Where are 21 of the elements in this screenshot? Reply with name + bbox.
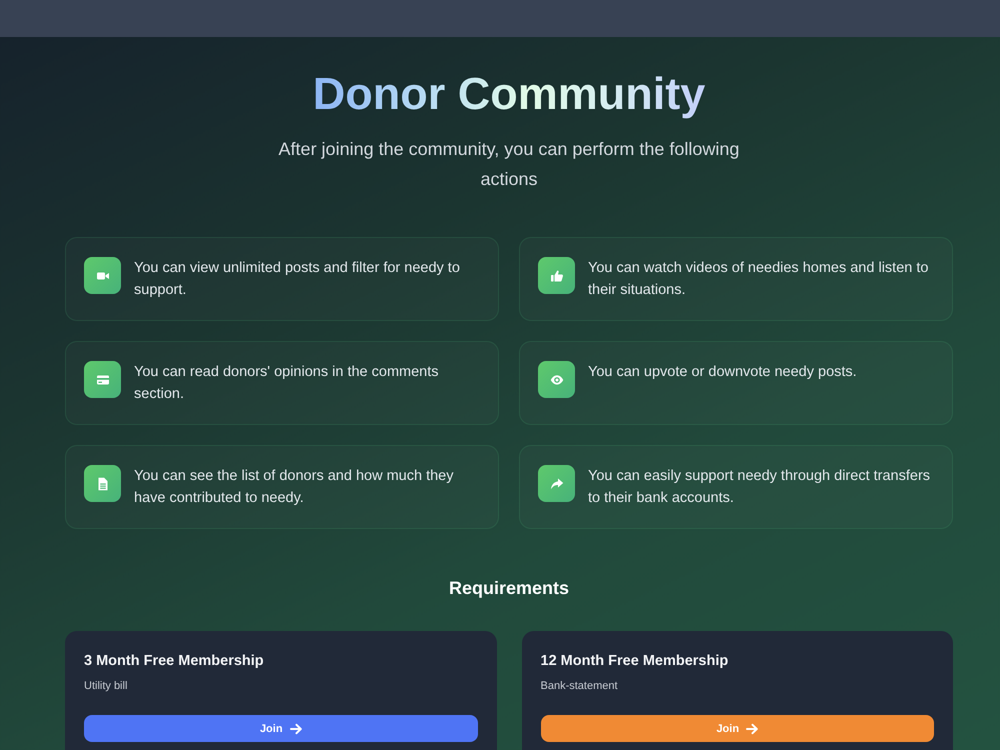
video-camera-icon — [84, 257, 121, 294]
feature-text: You can see the list of donors and how much they have contributed to needy. — [134, 467, 454, 508]
section-heading: Requirements — [448, 577, 570, 600]
feature-text: You can read donors' opinions in the comments section. — [134, 363, 440, 404]
arrow-icon — [290, 722, 302, 734]
plan-title: 3 Month Free Membership — [84, 652, 265, 670]
plan-document: Bank-statement — [540, 679, 619, 693]
document-icon — [84, 465, 121, 502]
plan-document: Utility bill — [84, 679, 128, 693]
join-button[interactable]: Join — [540, 715, 934, 742]
thumbs-up-icon — [538, 257, 575, 294]
eye-icon — [538, 361, 575, 398]
page-subtitle: After joining the community, you can perform the following actions — [278, 138, 740, 191]
credit-card-icon — [84, 361, 121, 398]
arrow-icon — [746, 722, 758, 734]
feature-text: You can upvote or downvote needy posts. — [588, 363, 857, 382]
plan-title: 12 Month Free Membership — [540, 652, 730, 670]
join-button[interactable]: Join — [84, 715, 478, 742]
feature-text: You can view unlimited posts and filter for needy to support. — [134, 259, 461, 300]
feature-text: You can easily support needy through direct transfers to their bank accounts. — [588, 467, 932, 508]
feature-text: You can watch videos of needies homes and listen to their situations. — [588, 259, 930, 300]
